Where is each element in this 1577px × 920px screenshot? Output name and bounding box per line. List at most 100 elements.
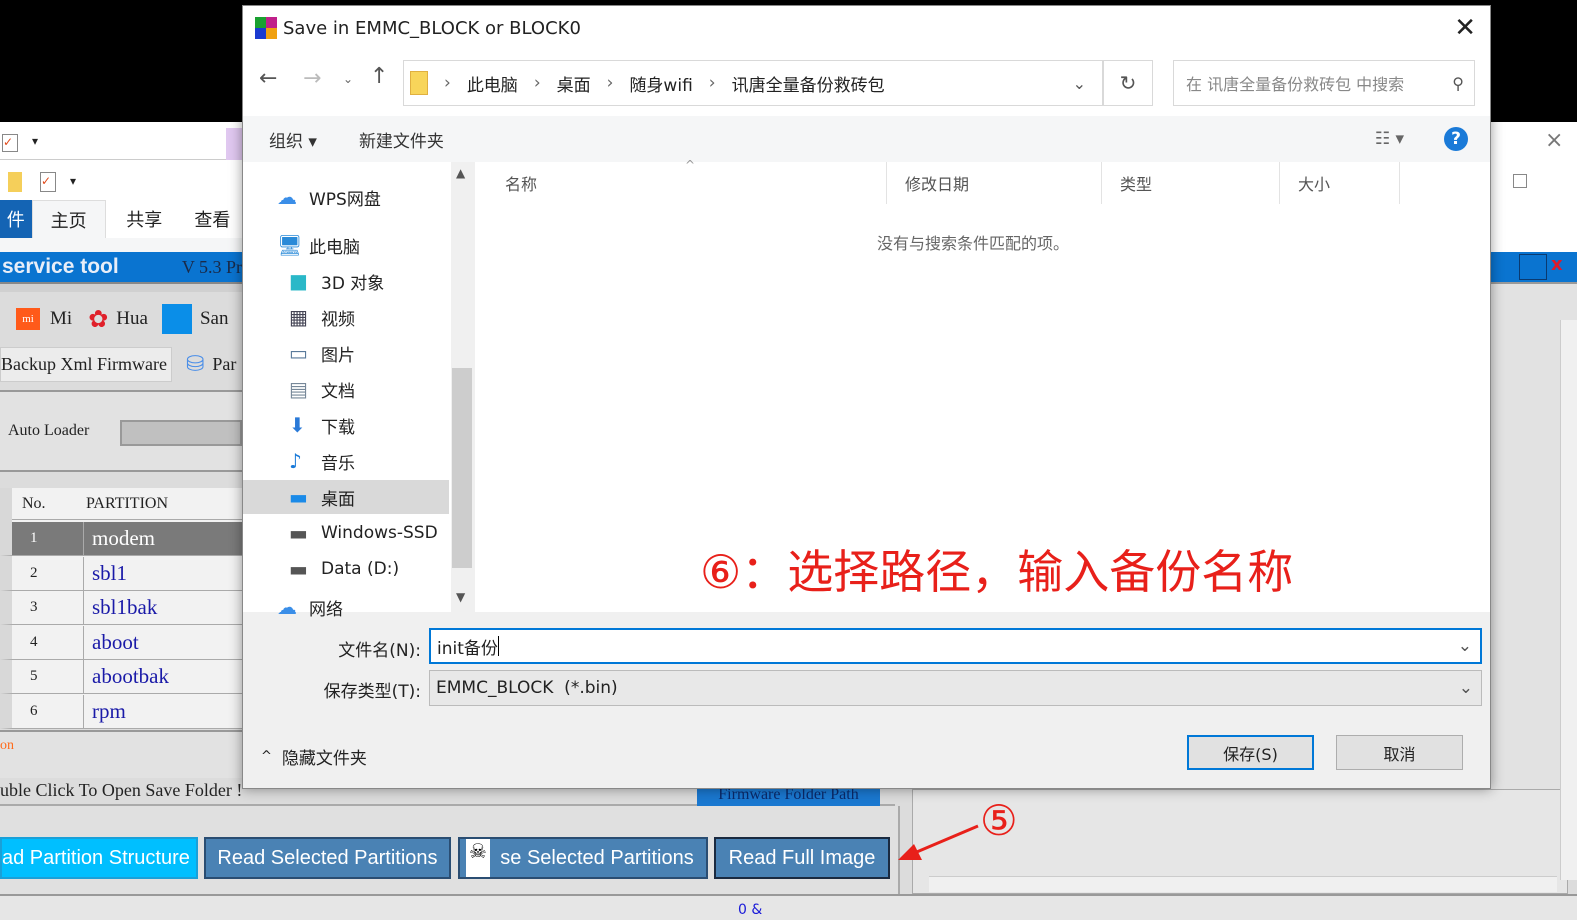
folder-icon (8, 172, 22, 192)
status-text: 0 & (738, 902, 763, 918)
up-icon[interactable]: ↑ (370, 64, 388, 89)
hide-folders-toggle[interactable]: ^ 隐藏文件夹 (261, 744, 367, 769)
breadcrumb[interactable]: › 此电脑 › 桌面 › 随身wifi › 讯唐全量备份救砖包 ⌄ (403, 60, 1103, 106)
table-row[interactable]: 3 sbl1bak (0, 591, 242, 625)
filename-input[interactable]: init备份 ⌄ (429, 628, 1482, 664)
nav-item[interactable]: ☁ 网络 (243, 590, 449, 624)
nav-item[interactable]: ▬ 桌面 (243, 480, 449, 514)
nav-item[interactable]: ▭ 图片 (243, 336, 449, 370)
vertical-scrollbar[interactable] (1560, 320, 1577, 880)
nav-item-label: 桌面 (321, 489, 355, 510)
chevron-right-icon: › (533, 73, 541, 93)
maximize-icon[interactable] (1513, 174, 1527, 188)
annotation-arrow (898, 824, 979, 860)
read-selected-partitions-button[interactable]: Read Selected Partitions (204, 837, 451, 879)
nav-scrollbar[interactable]: ▲ ▼ (451, 162, 473, 612)
nav-scrollbar-thumb[interactable] (452, 368, 472, 568)
nav-item[interactable]: ▤ 文档 (243, 372, 449, 406)
nav-item-label: 此电脑 (309, 237, 360, 258)
column-header-type[interactable]: 类型 (1102, 162, 1280, 204)
search-input[interactable]: 在 讯唐全量备份救砖包 中搜索 ⚲ (1173, 60, 1475, 106)
table-row[interactable]: 2 sbl1 (0, 556, 242, 591)
save-folder-hint[interactable]: uble Click To Open Save Folder ! (0, 780, 242, 801)
close-icon[interactable]: ✕ (1454, 13, 1476, 43)
firmware-folder-path-button[interactable]: Firmware Folder Path (697, 786, 880, 806)
search-icon: ⚲ (1452, 73, 1464, 93)
read-partition-structure-button[interactable]: ad Partition Structure (0, 837, 198, 879)
tab-share[interactable]: 共享 (106, 206, 183, 232)
chevron-up-icon: ^ (261, 749, 272, 764)
hide-folders-label: 隐藏文件夹 (281, 749, 367, 769)
chevron-right-icon: › (444, 73, 451, 93)
cancel-button[interactable]: 取消 (1336, 735, 1463, 770)
app-close-icon[interactable]: x (1551, 254, 1563, 275)
properties-icon[interactable]: ✓ (40, 172, 56, 192)
nav-item[interactable]: ⬇ 下载 (243, 408, 449, 442)
tab-mi[interactable]: Mi (50, 308, 72, 330)
column-header-no[interactable]: No. (12, 495, 72, 513)
table-row[interactable]: 6 rpm (0, 694, 242, 729)
tab-home[interactable]: 主页 (31, 200, 106, 238)
refresh-button[interactable]: ↻ (1103, 60, 1153, 106)
back-icon[interactable]: ← (259, 66, 277, 91)
help-icon[interactable]: ? (1444, 127, 1468, 151)
tab-file[interactable]: 件 (0, 200, 32, 238)
nav-item[interactable]: ■ 3D 对象 (243, 264, 449, 298)
customize-dropdown-icon[interactable]: ▾ (32, 134, 38, 148)
app-title-bar: service tool V 5.3 Pr (0, 252, 242, 282)
nav-item[interactable]: ▦ 视频 (243, 300, 449, 334)
app-logo-icon (255, 17, 277, 39)
organize-button[interactable]: 组织 ▾ (269, 127, 317, 152)
app-version: V 5.3 Pr (181, 256, 242, 277)
row-number: 4 (12, 625, 84, 659)
filetype-dropdown-icon[interactable]: ⌄ (1459, 678, 1473, 698)
forward-icon[interactable]: → (303, 66, 321, 91)
minimize-button[interactable] (1519, 254, 1547, 280)
download-icon: ⬇ (289, 413, 306, 437)
table-row[interactable]: 4 aboot (0, 625, 242, 660)
tab-samsung[interactable]: San (200, 308, 229, 330)
new-folder-button[interactable]: 新建文件夹 (359, 127, 444, 152)
nav-item[interactable]: ♪ 音乐 (243, 444, 449, 478)
save-button[interactable]: 保存(S) (1187, 735, 1314, 770)
chevron-right-icon: › (708, 73, 716, 93)
column-header-name[interactable]: 名称 (487, 162, 887, 204)
view-options-icon[interactable]: ☷ ▾ (1375, 129, 1404, 149)
recent-dropdown-icon[interactable]: ⌄ (343, 72, 353, 86)
nav-item-label: 视频 (321, 309, 355, 330)
address-dropdown-icon[interactable]: ⌄ (1073, 74, 1086, 93)
breadcrumb-item[interactable]: 讯唐全量备份救砖包 (732, 71, 885, 96)
nav-item[interactable]: 🖥 此电脑 (243, 228, 449, 262)
filetype-select[interactable]: EMMC_BLOCK (*.bin) ⌄ (429, 670, 1482, 706)
nav-item[interactable]: ☁ WPS网盘 (243, 180, 449, 214)
dropdown-icon[interactable]: ▾ (70, 174, 76, 188)
partition-name: modem (92, 526, 155, 550)
properties-icon[interactable]: ✓ (2, 134, 18, 152)
music-icon: ♪ (289, 449, 302, 473)
row-number: 5 (12, 660, 84, 693)
tab-view[interactable]: 查看 (183, 206, 242, 232)
table-row[interactable]: 5 abootbak (0, 660, 242, 694)
breadcrumb-item[interactable]: 随身wifi (629, 71, 692, 96)
breadcrumb-item[interactable]: 此电脑 (467, 71, 518, 96)
tab-partition[interactable]: Par (212, 354, 236, 375)
horizontal-scrollbar[interactable] (929, 876, 1557, 892)
read-full-image-button[interactable]: Read Full Image (714, 837, 890, 879)
tab-backup-xml-firmware[interactable]: Backup Xml Firmware (0, 346, 172, 382)
folder-icon (410, 71, 428, 95)
filename-value: init备份 (437, 638, 498, 659)
close-icon[interactable]: × (1545, 128, 1563, 153)
column-header-partition[interactable]: PARTITION (72, 495, 168, 513)
auto-loader-panel: Auto Loader (0, 390, 242, 472)
erase-selected-partitions-button[interactable]: ☠ se Selected Partitions (458, 837, 708, 879)
breadcrumb-item[interactable]: 桌面 (557, 71, 591, 96)
filename-dropdown-icon[interactable]: ⌄ (1458, 636, 1472, 656)
tab-huawei[interactable]: Hua (116, 308, 148, 330)
nav-item[interactable]: ▬ Windows-SSD (243, 516, 449, 550)
column-header-date[interactable]: 修改日期 (887, 162, 1102, 204)
auto-loader-field[interactable] (120, 420, 242, 446)
column-header-size[interactable]: 大小 (1280, 162, 1400, 204)
nav-item[interactable]: ▬ Data (D:) (243, 552, 449, 586)
network-icon: ☁ (277, 595, 297, 619)
table-row[interactable]: 1 modem (0, 522, 242, 556)
